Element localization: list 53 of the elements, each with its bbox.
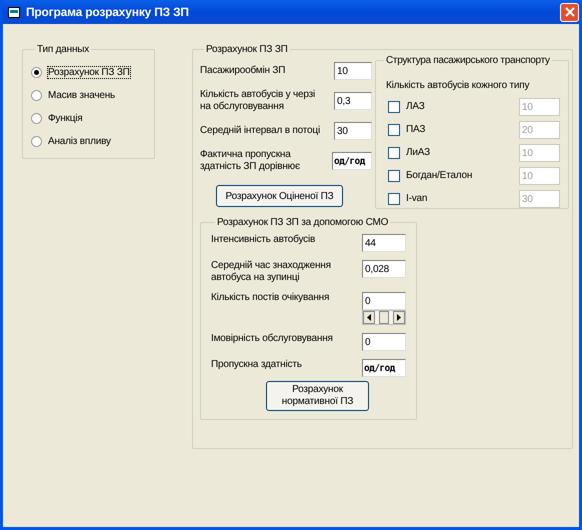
input-field[interactable]: 44 — [362, 234, 406, 252]
field-label: Кількість постів очікування — [211, 292, 330, 304]
scroll-bar[interactable] — [362, 310, 406, 325]
right-arrow-icon — [397, 314, 401, 321]
radio-option[interactable]: Аналіз впливу — [31, 130, 146, 153]
radio-button[interactable] — [31, 113, 42, 124]
window-title: Програма розрахунку ПЗ ЗП — [26, 5, 190, 19]
checkbox[interactable] — [388, 100, 400, 112]
checkbox-option[interactable]: Богдан/Еталон — [388, 170, 472, 182]
field-label: Фактична пропускна здатність ЗП дорівнює — [200, 149, 301, 173]
scroll-thumb[interactable] — [379, 311, 389, 324]
radio-button[interactable] — [31, 90, 42, 101]
checkbox[interactable] — [388, 146, 400, 158]
radio-button[interactable] — [31, 136, 42, 147]
field-label: Кількість автобусів у черзі на обслуговування — [200, 89, 316, 113]
input-field[interactable]: 0 — [362, 292, 406, 310]
input-field[interactable]: 0,3 — [334, 92, 372, 110]
field-label: Середній час знаходження автобуса на зупинці — [211, 260, 332, 284]
result-field: од/год — [362, 359, 406, 377]
field-label: Середній інтервал в потоці — [200, 125, 321, 137]
input-field[interactable]: 30 — [334, 122, 372, 140]
group-title: Тип данных — [36, 44, 90, 55]
checkbox-option[interactable]: ЛиАЗ — [388, 146, 430, 158]
calculate-button[interactable]: Розрахунок Оціненої ПЗ — [216, 185, 343, 207]
calculate-button[interactable]: Розрахунок нормативної ПЗ — [266, 381, 369, 411]
right-arrow-button[interactable] — [393, 311, 405, 324]
radio-option[interactable]: Функція — [31, 107, 146, 130]
input-field[interactable]: 10 — [334, 62, 372, 80]
left-arrow-button[interactable] — [363, 311, 375, 324]
radio-button[interactable] — [31, 67, 42, 78]
input-field[interactable]: 0 — [362, 333, 406, 351]
radio-option[interactable]: Масив значень — [31, 84, 146, 107]
close-icon — [564, 7, 574, 17]
group-title: Розрахунок ПЗ ЗП за допомогою СМО — [216, 217, 390, 228]
checkbox-option[interactable]: I-van — [388, 192, 428, 204]
radio-option[interactable]: Розрахунок ПЗ ЗП — [31, 61, 146, 84]
section-label: Кількість автобусів кожного типу — [386, 80, 530, 91]
checkbox-option[interactable]: ЛАЗ — [388, 100, 425, 112]
field-label: Пасажирообмін ЗП — [200, 65, 286, 77]
checkbox-option[interactable]: ПАЗ — [388, 124, 426, 136]
group-title: Структура пасажирського транспорту — [385, 55, 551, 66]
close-button[interactable] — [560, 2, 579, 22]
result-field: од/год — [332, 152, 372, 170]
input-field[interactable]: 0,028 — [362, 260, 406, 278]
app-icon — [8, 6, 20, 18]
field-label: Імовірність обслуговування — [211, 333, 334, 345]
checkbox[interactable] — [388, 124, 400, 136]
checkbox[interactable] — [388, 170, 400, 182]
checkbox[interactable] — [388, 192, 400, 204]
left-arrow-icon — [367, 314, 371, 321]
group-title: Розрахунок ПЗ ЗП — [205, 44, 289, 55]
field-label: Інтенсивність автобусів — [211, 234, 316, 246]
field-label: Пропускна здатність — [211, 359, 303, 371]
